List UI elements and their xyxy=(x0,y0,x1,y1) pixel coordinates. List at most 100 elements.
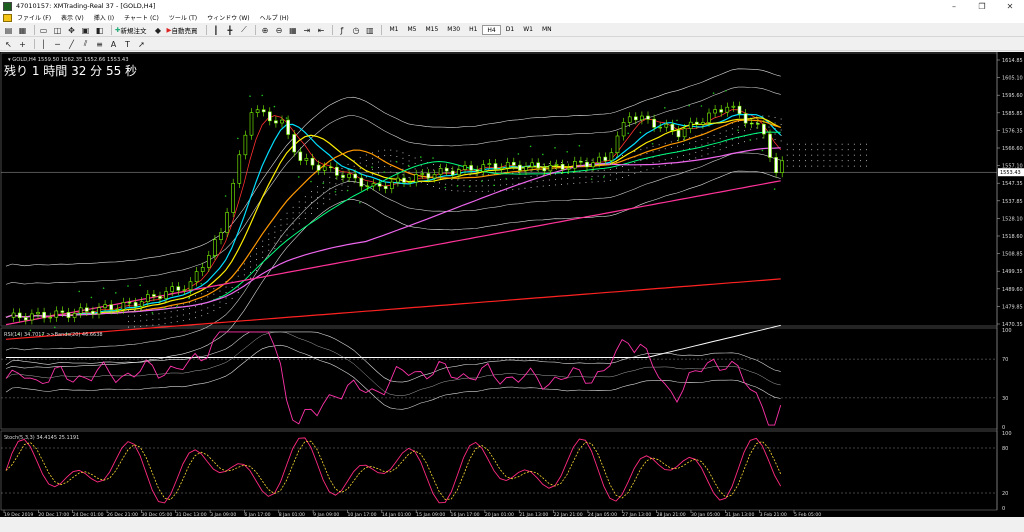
new-order-button[interactable]: ✚ 新規注文 xyxy=(115,25,146,35)
ichimoku-cloud-dot xyxy=(579,177,581,178)
ichimoku-cloud-dot xyxy=(347,169,349,171)
templates-icon[interactable]: ▥ xyxy=(364,25,375,35)
ichimoku-cloud-dot xyxy=(225,297,227,299)
tf-m1[interactable]: M1 xyxy=(385,25,402,35)
ichimoku-cloud-dot xyxy=(512,183,514,185)
candle-body xyxy=(109,304,113,310)
ichimoku-cloud-dot xyxy=(347,185,349,187)
tf-w1[interactable]: W1 xyxy=(519,25,537,35)
text-icon[interactable]: A xyxy=(108,39,119,49)
ichimoku-cloud-dot xyxy=(402,152,404,154)
tf-d1[interactable]: D1 xyxy=(502,25,518,35)
terminal-icon[interactable]: ▣ xyxy=(80,25,91,35)
zoom-in-icon[interactable]: ⊕ xyxy=(259,25,270,35)
data-window-icon[interactable]: ◫ xyxy=(52,25,63,35)
crosshair-icon[interactable]: + xyxy=(17,39,28,49)
candle-body xyxy=(133,302,138,307)
candle-body xyxy=(768,133,772,158)
ichimoku-cloud-dot xyxy=(744,124,745,126)
vertical-line-icon[interactable]: │ xyxy=(38,39,49,49)
menu-chart[interactable]: チャート (C) xyxy=(119,13,164,22)
ichimoku-cloud-dot xyxy=(731,133,733,135)
candle-body xyxy=(432,174,437,179)
horizontal-line-icon[interactable]: ─ xyxy=(52,39,63,49)
navigator-icon[interactable]: ✥ xyxy=(66,25,77,35)
menu-view[interactable]: 表示 (V) xyxy=(56,13,89,22)
ichimoku-cloud-dot xyxy=(841,154,843,156)
ichimoku-cloud-dot xyxy=(280,219,282,221)
candle-body xyxy=(713,109,717,114)
ichimoku-cloud-dot xyxy=(274,226,276,228)
strategy-tester-icon[interactable]: ◧ xyxy=(94,25,105,35)
periods-icon[interactable]: ◷ xyxy=(350,25,361,35)
ichimoku-cloud-dot xyxy=(280,241,282,243)
standard-toolbar: ▤ ▦ ▭ ◫ ✥ ▣ ◧ ✚ 新規注文 ◆ ▶ 自動売買 ┃ ╋ ⟋ ⊕ ⊖ … xyxy=(0,24,1024,37)
ichimoku-cloud-dot xyxy=(189,318,190,320)
ichimoku-cloud-dot xyxy=(555,184,556,186)
minimize-button[interactable]: – xyxy=(940,0,968,12)
label-icon[interactable]: T xyxy=(122,39,133,49)
auto-scroll-icon[interactable]: ⇥ xyxy=(301,25,312,35)
price-tick-label: 1518.60 xyxy=(1002,234,1023,240)
cursor-icon[interactable]: ↖ xyxy=(3,39,14,49)
candle-body xyxy=(621,122,626,137)
ichimoku-cloud-dot xyxy=(799,154,800,156)
tile-windows-icon[interactable]: ▦ xyxy=(287,25,298,35)
ichimoku-cloud-dot xyxy=(481,174,483,176)
chart-window[interactable]: ▾ GOLD,H4 1559.50 1562.35 1552.66 1553.4… xyxy=(0,52,1024,517)
ichimoku-cloud-dot xyxy=(134,309,135,311)
tf-m30[interactable]: M30 xyxy=(443,25,464,35)
menu-tools[interactable]: ツール (T) xyxy=(164,13,202,22)
menu-help[interactable]: ヘルプ (H) xyxy=(255,13,294,22)
tf-h1[interactable]: H1 xyxy=(465,25,481,35)
profiles-icon[interactable]: ▦ xyxy=(17,25,28,35)
psar-dot xyxy=(603,176,605,178)
ichimoku-cloud-dot xyxy=(494,190,495,192)
ichimoku-cloud-dot xyxy=(128,326,129,328)
trendline-icon[interactable]: ╱ xyxy=(66,39,77,49)
arrows-icon[interactable]: ➚ xyxy=(136,39,147,49)
auto-trading-button[interactable]: ▶ 自動売買 xyxy=(166,25,197,35)
channel-icon[interactable]: ⫽ xyxy=(80,39,91,49)
fibonacci-icon[interactable]: ≡ xyxy=(94,39,105,49)
tf-m5[interactable]: M5 xyxy=(403,25,420,35)
ichimoku-cloud-dot xyxy=(603,175,605,177)
psar-dot xyxy=(676,119,678,122)
market-watch-icon[interactable]: ▭ xyxy=(38,25,49,35)
metaeditor-icon[interactable]: ◆ xyxy=(152,25,163,35)
rsi-band-lower xyxy=(5,344,781,410)
ichimoku-cloud-dot xyxy=(353,165,355,167)
ichimoku-cloud-dot xyxy=(634,151,636,152)
line-chart-icon[interactable]: ⟋ xyxy=(238,25,249,35)
ichimoku-cloud-dot xyxy=(829,149,831,151)
ichimoku-cloud-dot xyxy=(268,238,270,240)
chart-shift-icon[interactable]: ⇤ xyxy=(315,25,326,35)
psar-dot xyxy=(542,153,544,156)
chart-canvas[interactable]: ▾ GOLD,H4 1559.50 1562.35 1552.66 1553.4… xyxy=(0,52,1024,517)
psar-dot xyxy=(298,176,300,178)
menu-file[interactable]: ファイル (F) xyxy=(12,13,56,22)
ichimoku-cloud-dot xyxy=(597,175,599,177)
tf-h4[interactable]: H4 xyxy=(482,25,501,35)
tf-m15[interactable]: M15 xyxy=(421,25,442,35)
tf-mn[interactable]: MN xyxy=(538,25,556,35)
candle-body xyxy=(469,165,473,171)
zoom-out-icon[interactable]: ⊖ xyxy=(273,25,284,35)
candlestick-icon[interactable]: ╋ xyxy=(224,25,235,35)
new-chart-icon[interactable]: ▤ xyxy=(3,25,14,35)
psar-dot xyxy=(371,166,373,168)
menu-window[interactable]: ウィンドウ (W) xyxy=(202,13,255,22)
maximize-button[interactable]: ❐ xyxy=(968,0,996,12)
ichimoku-cloud-dot xyxy=(347,163,349,165)
close-button[interactable]: ✕ xyxy=(996,0,1024,12)
candle-body xyxy=(115,308,120,311)
price-tick-label: 1576.35 xyxy=(1002,128,1023,134)
bar-chart-icon[interactable]: ┃ xyxy=(210,25,221,35)
candle-body xyxy=(219,232,223,241)
candle-body xyxy=(536,162,541,169)
ichimoku-cloud-dot xyxy=(805,154,806,156)
candle-body xyxy=(603,156,608,161)
indicators-icon[interactable]: ƒ xyxy=(336,25,347,35)
menu-insert[interactable]: 挿入 (I) xyxy=(89,13,119,22)
ichimoku-cloud-dot xyxy=(506,189,508,191)
